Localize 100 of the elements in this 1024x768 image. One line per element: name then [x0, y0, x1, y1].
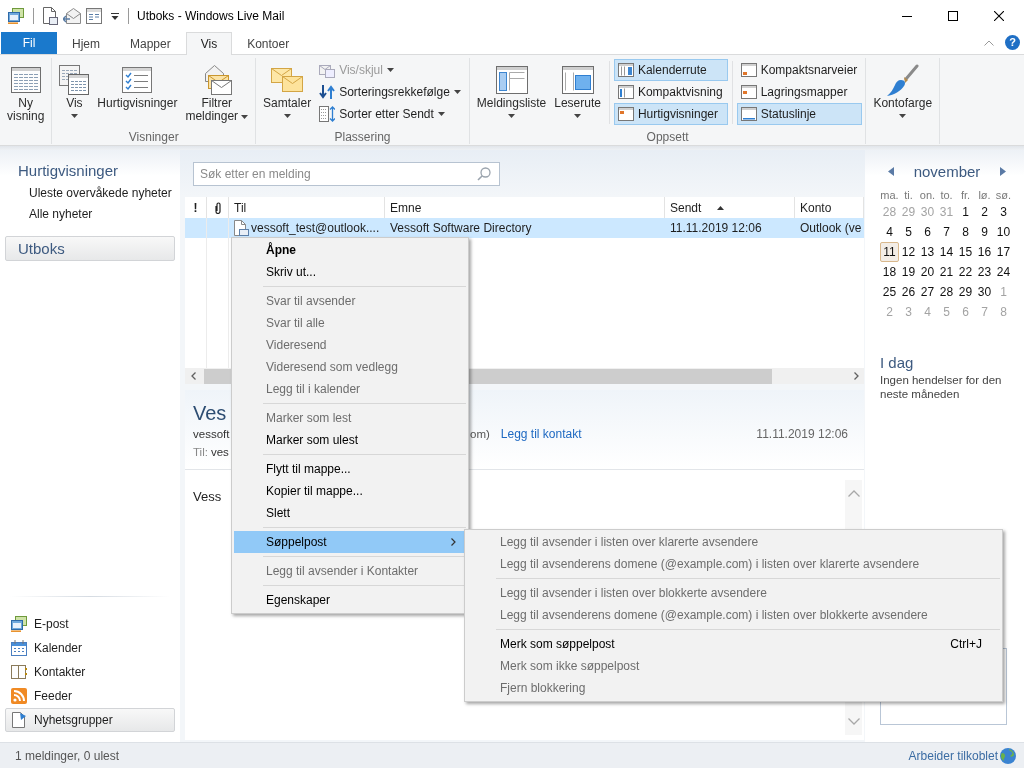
nav-item[interactable]: Kalender [5, 636, 175, 660]
section-heading: I dag [880, 353, 914, 373]
calendar-day[interactable]: 15 [956, 242, 975, 262]
ribbon-button[interactable]: Kompaktvisning [613, 81, 728, 103]
chevron-up-icon[interactable] [984, 40, 994, 46]
calendar-day[interactable]: 12 [899, 242, 918, 262]
next-month-icon[interactable] [1000, 166, 1006, 176]
calendar-day[interactable]: 1 [956, 202, 975, 222]
calendar-day[interactable]: 28 [937, 282, 956, 302]
ribbon-tab[interactable]: Mapper [115, 32, 186, 54]
menu-item[interactable]: Søppelpost [234, 531, 466, 553]
ribbon-tab[interactable]: Vis [185, 32, 233, 55]
previous-month-icon[interactable] [888, 166, 894, 176]
calendar-day[interactable]: 24 [994, 262, 1013, 282]
caret-icon [899, 114, 907, 118]
list-window-icon[interactable] [86, 8, 102, 24]
envelope-arrow-icon[interactable] [63, 8, 81, 24]
calendar-day[interactable]: 23 [975, 262, 994, 282]
calendar-day[interactable]: 22 [956, 262, 975, 282]
message-row[interactable]: vessoft_test@outlook.... Vessoft Software Directory 11.11.2019 12:06 Outlook (ve [185, 218, 864, 238]
minimize-icon[interactable] [902, 15, 912, 17]
ribbon-button[interactable]: Kompaktsnarveier [736, 59, 863, 81]
ribbon-tab[interactable]: Kontoer [232, 32, 305, 54]
calendar-day[interactable]: 18 [880, 262, 899, 282]
ribbon-button[interactable]: Vis [55, 58, 94, 120]
scroll-left-icon[interactable] [190, 372, 196, 380]
menu-item[interactable]: Merk som søppelpost Ctrl+J [467, 633, 1000, 655]
ribbon-button[interactable]: Kalenderrute [613, 59, 728, 81]
status-text: 1 meldinger, 0 ulest [15, 748, 120, 763]
no-events-text: Ingen hendelser for den neste måneden [880, 373, 1003, 401]
search-field[interactable]: Søk etter en melding [193, 162, 500, 186]
calendar-day[interactable]: 7 [937, 222, 956, 242]
caret-icon [574, 114, 582, 118]
folder-item[interactable]: Utboks [5, 236, 175, 261]
calendar-day[interactable]: 13 [918, 242, 937, 262]
menu-item[interactable]: Skriv ut... [234, 261, 466, 283]
nav-item[interactable]: Kontakter [5, 660, 175, 684]
ribbon-button[interactable]: Hurtigvisninger [613, 103, 728, 125]
new-document-icon[interactable] [42, 7, 58, 25]
quick-view-item[interactable]: Uleste overvåkede nyheter [29, 183, 172, 204]
calendar-day[interactable]: 9 [975, 222, 994, 242]
file-tab[interactable]: Fil [1, 32, 57, 54]
preview-subject: Ves [193, 402, 227, 424]
menu-item[interactable]: Flytt til mappe... [234, 458, 466, 480]
calendar-day[interactable]: 17 [994, 242, 1013, 262]
calendar-day[interactable]: 30 [975, 282, 994, 302]
sender-address: om) [470, 428, 490, 440]
calendar-day[interactable]: 26 [899, 282, 918, 302]
calendar-day[interactable]: 20 [918, 262, 937, 282]
menu-item[interactable]: Slett [234, 502, 466, 524]
recipient-label: Til: [193, 446, 208, 458]
maximize-icon[interactable] [948, 11, 958, 21]
pane-layout-icon [740, 63, 757, 77]
caret-icon [283, 114, 291, 118]
menu-item[interactable]: Åpne [234, 239, 466, 261]
ribbon-button[interactable]: Sorteringsrekkefølge [315, 81, 466, 103]
envelope-document-icon [319, 62, 336, 78]
ribbon-button[interactable]: Lagringsmapper [736, 81, 863, 103]
customize-caret-icon[interactable] [111, 12, 119, 20]
ribbon-button[interactable]: Kontofarge [869, 58, 937, 120]
nav-item[interactable]: Feeder [5, 684, 175, 708]
ribbon-button[interactable]: Sorter etter Sendt [315, 103, 466, 125]
nav-item[interactable]: Nyhetsgrupper [5, 708, 175, 732]
calendar-day[interactable]: 19 [899, 262, 918, 282]
calendar-day[interactable]: 2 [975, 202, 994, 222]
ribbon-button[interactable]: Ny visning [3, 58, 49, 125]
ribbon-button[interactable]: Meldingsliste [472, 58, 551, 120]
calendar-day[interactable]: 14 [937, 242, 956, 262]
calendar-day[interactable]: 21 [937, 262, 956, 282]
calendar-day[interactable]: 11 [880, 242, 899, 262]
nav-item[interactable]: E-post [5, 612, 175, 636]
section-heading: Hurtigvisninger [17, 162, 119, 180]
menu-item[interactable]: Egenskaper [234, 589, 466, 611]
caret-icon [70, 114, 78, 118]
ribbon-button[interactable]: Statuslinje [736, 103, 863, 125]
calendar-day[interactable]: 27 [918, 282, 937, 302]
caret-icon [386, 68, 394, 72]
help-button[interactable]: ? [1005, 35, 1020, 50]
ribbon-button[interactable]: Leserute [550, 58, 605, 120]
menu-item[interactable]: Marker som ulest [234, 429, 466, 451]
calendar-day[interactable]: 4 [880, 222, 899, 242]
calendar-day[interactable]: 25 [880, 282, 899, 302]
ribbon-button[interactable]: Filtrer meldinger [181, 58, 253, 125]
calendar-day[interactable]: 8 [956, 222, 975, 242]
menu-item[interactable]: Kopier til mappe... [234, 480, 466, 502]
calendar-day[interactable]: 16 [975, 242, 994, 262]
scroll-right-icon[interactable] [853, 372, 859, 380]
add-contact-link[interactable]: Legg til kontakt [500, 427, 582, 441]
ribbon-button[interactable]: Samtaler [259, 58, 316, 120]
ribbon-button[interactable]: Hurtigvisninger [93, 58, 182, 112]
ribbon-tab[interactable]: Hjem [57, 32, 115, 54]
search-icon[interactable] [477, 167, 491, 181]
calendar-day[interactable]: 3 [994, 202, 1013, 222]
calendar-day[interactable]: 29 [956, 282, 975, 302]
calendar-day[interactable]: 10 [994, 222, 1013, 242]
close-icon[interactable] [994, 11, 1004, 21]
calendar-day[interactable]: 6 [918, 222, 937, 242]
quick-view-item[interactable]: Alle nyheter [29, 204, 93, 225]
globe-icon [1000, 747, 1016, 764]
calendar-day[interactable]: 5 [899, 222, 918, 242]
